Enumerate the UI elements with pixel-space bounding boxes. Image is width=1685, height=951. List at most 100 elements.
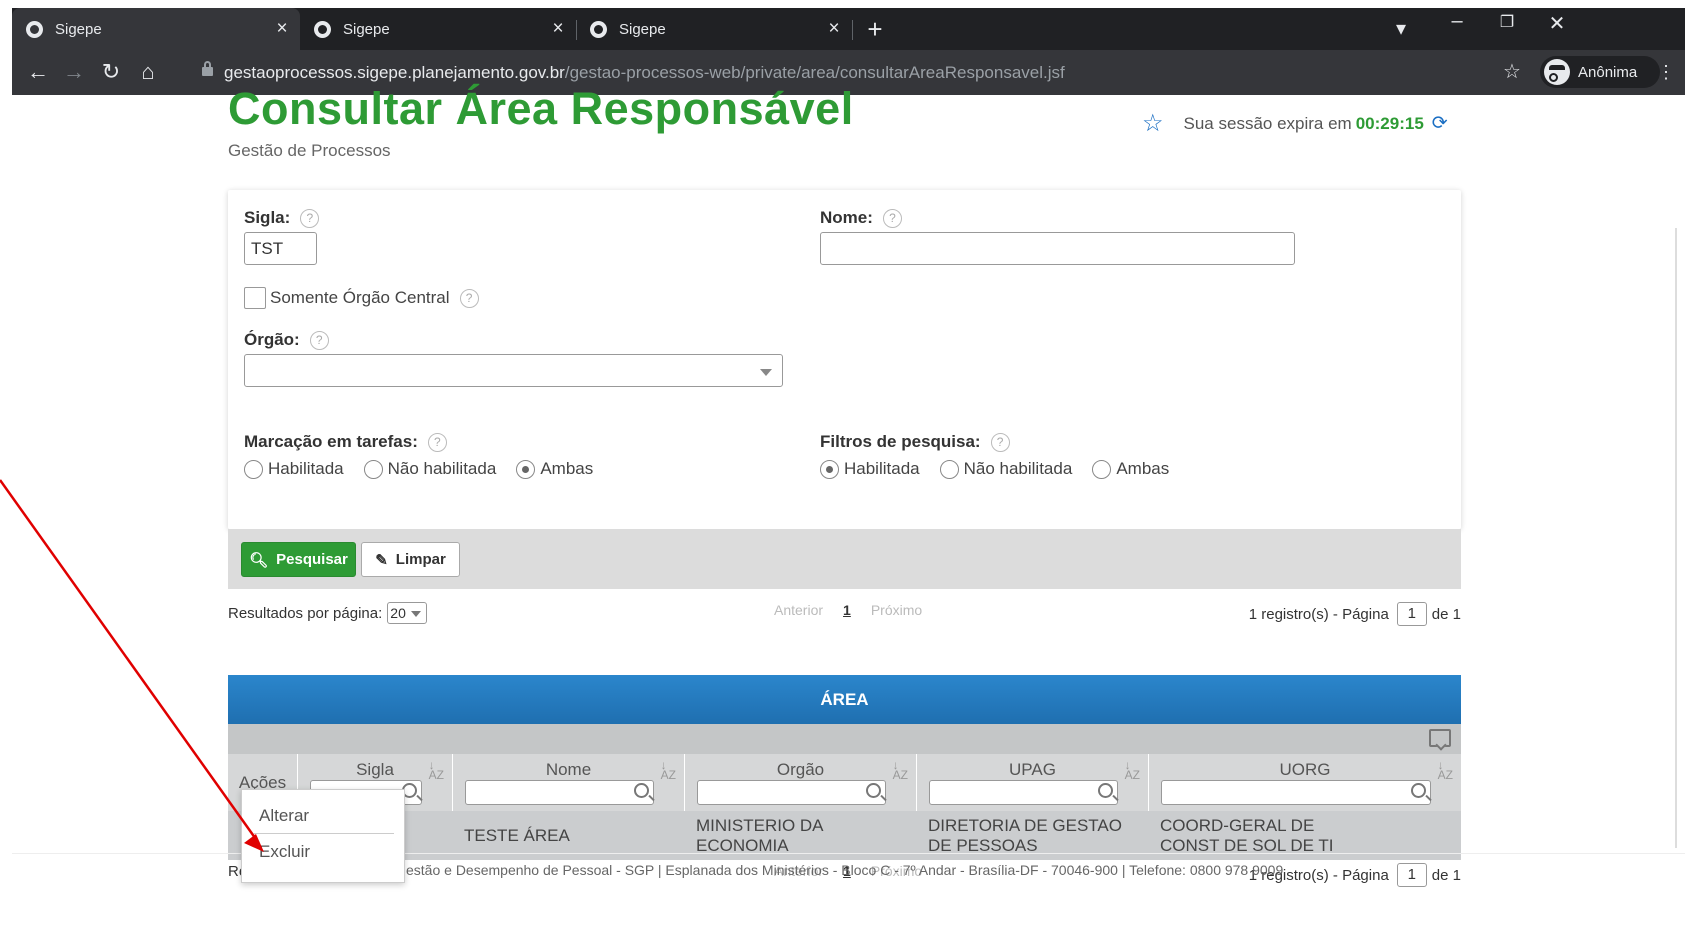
orgao-select[interactable] <box>244 354 783 387</box>
search-form-card: Sigla:? TST Nome:? Somente Órgão Central… <box>228 190 1461 529</box>
help-icon[interactable]: ? <box>427 432 447 452</box>
clear-button[interactable]: ✎ Limpar <box>361 542 460 577</box>
column-header-orgao[interactable]: Orgão ↓ AZ <box>684 754 916 811</box>
page-title: Consultar Área Responsável <box>228 83 854 134</box>
page-subtitle: Gestão de Processos <box>228 141 391 160</box>
eraser-icon: ✎ <box>375 551 388 569</box>
incognito-profile-button[interactable]: Anônima <box>1540 56 1660 88</box>
checkbox-box[interactable] <box>244 287 266 309</box>
browser-tab-3[interactable]: Sigepe × <box>576 8 852 50</box>
restore-icon[interactable]: ❐ <box>1492 12 1522 32</box>
page-total: de 1 <box>1431 605 1461 623</box>
incognito-icon <box>1544 59 1570 85</box>
tab-close-icon[interactable]: × <box>546 18 570 40</box>
help-icon[interactable]: ? <box>882 208 902 228</box>
orgao-label: Órgão:? <box>244 330 329 350</box>
nome-label: Nome:? <box>820 208 902 228</box>
sort-icon[interactable]: ↓ AZ <box>893 759 908 781</box>
column-header-nome[interactable]: Nome ↓ AZ <box>452 754 684 811</box>
top-paginator: Resultados por página: 20 Anterior 1 Pró… <box>228 600 1461 626</box>
page-number-input[interactable]: 1 <box>1396 863 1427 887</box>
search-button[interactable]: 🔍︎ Pesquisar <box>241 542 356 577</box>
help-icon[interactable]: ? <box>459 288 479 308</box>
lock-icon[interactable] <box>202 61 213 78</box>
home-icon[interactable]: ⌂ <box>134 58 162 86</box>
column-header-uorg[interactable]: UORG ↓ AZ <box>1148 754 1461 811</box>
filtros-radio-group: Habilitada Não habilitada Ambas <box>820 459 1189 479</box>
screenshot-stage: Sigepe × Sigepe × Sigepe × + ▾ – ❐ ✕ ← →… <box>0 0 1685 951</box>
radio-marcacao-habilitada[interactable]: Habilitada <box>244 459 344 479</box>
refresh-session-icon[interactable]: ⟳ <box>1432 112 1448 135</box>
radio-marcacao-nao-habilitada[interactable]: Não habilitada <box>363 459 496 479</box>
new-tab-button[interactable]: + <box>860 14 890 45</box>
menu-item-alterar[interactable]: Alterar <box>259 806 309 826</box>
profile-label: Anônima <box>1578 63 1638 81</box>
column-header-upag[interactable]: UPAG ↓ AZ <box>916 754 1148 811</box>
current-page-link[interactable]: 1 <box>843 602 851 618</box>
tab-title: Sigepe <box>619 20 666 38</box>
globe-icon <box>590 20 607 38</box>
page-scrollbar[interactable] <box>1675 228 1677 848</box>
tab-close-icon[interactable]: × <box>270 18 294 40</box>
tab-close-icon[interactable]: × <box>822 18 846 40</box>
browser-tab-1[interactable]: Sigepe × <box>12 8 300 50</box>
search-icon <box>1098 783 1113 798</box>
radio-filtros-ambas[interactable]: Ambas <box>1092 459 1169 479</box>
somente-orgao-central-checkbox[interactable]: Somente Órgão Central ? <box>244 287 479 309</box>
next-page-link[interactable]: Próximo <box>871 602 922 618</box>
browser-chrome: Sigepe × Sigepe × Sigepe × + ▾ – ❐ ✕ ← →… <box>12 8 1685 95</box>
nome-filter-input[interactable] <box>465 780 654 805</box>
page-links: Anterior 1 Próximo <box>774 602 922 618</box>
bottom-paginator: Res Anterior 1 Próximo 1 registro(s) - P… <box>228 811 1461 887</box>
help-icon[interactable]: ? <box>309 330 329 350</box>
browser-tab-2[interactable]: Sigepe × <box>300 8 576 50</box>
row-context-menu: Alterar Excluir <box>241 789 405 883</box>
sort-icon[interactable]: ↓ AZ <box>1438 759 1453 781</box>
favorite-star-icon[interactable]: ☆ <box>1142 109 1164 138</box>
session-label: Sua sessão expira em <box>1183 113 1352 133</box>
page-summary-text: 1 registro(s) - Página <box>1248 605 1389 623</box>
page-number-input[interactable]: 1 <box>1396 602 1427 626</box>
search-icon: 🔍︎ <box>249 551 269 569</box>
menu-item-excluir[interactable]: Excluir <box>259 842 310 862</box>
minimize-icon[interactable]: – <box>1442 10 1472 33</box>
kebab-menu-icon[interactable]: ⋮ <box>1652 58 1680 86</box>
table-toolbar <box>228 724 1461 754</box>
bookmark-star-icon[interactable]: ☆ <box>1498 58 1526 86</box>
globe-icon <box>26 20 43 38</box>
per-page-control: Resultados por página: 20 <box>228 602 428 624</box>
checkbox-label: Somente Órgão Central <box>270 288 450 307</box>
export-icon[interactable] <box>1429 729 1451 747</box>
sort-icon[interactable]: ↓ AZ <box>661 759 676 781</box>
nome-input[interactable] <box>820 232 1295 265</box>
marcacao-radio-group: Habilitada Não habilitada Ambas <box>244 459 613 479</box>
chevron-down-icon <box>760 369 772 376</box>
radio-filtros-habilitada[interactable]: Habilitada <box>820 459 920 479</box>
tab-title: Sigepe <box>343 20 390 38</box>
menu-divider <box>254 833 394 834</box>
back-arrow-icon[interactable]: ← <box>24 58 52 86</box>
prev-page-link[interactable]: Anterior <box>774 602 823 618</box>
page-total: de 1 <box>1431 866 1461 884</box>
per-page-select[interactable]: 20 <box>387 602 428 624</box>
table-column-header: Ações Sigla ↓ AZ Nome ↓ AZ Orgão ↓ AZ UPAG ↓ AZ … <box>228 754 1461 811</box>
help-icon[interactable]: ? <box>990 432 1010 452</box>
sigla-input[interactable]: TST <box>244 232 317 265</box>
help-icon[interactable]: ? <box>300 208 320 228</box>
tab-search-icon[interactable]: ▾ <box>1388 16 1414 41</box>
radio-marcacao-ambas[interactable]: Ambas <box>516 459 593 479</box>
form-actions-bar: 🔍︎ Pesquisar ✎ Limpar <box>228 529 1461 589</box>
filtros-label: Filtros de pesquisa:? <box>820 432 1010 452</box>
uorg-filter-input[interactable] <box>1161 780 1431 805</box>
forward-arrow-icon[interactable]: → <box>60 58 88 86</box>
upag-filter-input[interactable] <box>929 780 1118 805</box>
sort-icon[interactable]: ↓ AZ <box>429 759 444 781</box>
marcacao-label: Marcação em tarefas:? <box>244 432 447 452</box>
radio-filtros-nao-habilitada[interactable]: Não habilitada <box>939 459 1072 479</box>
orgao-filter-input[interactable] <box>697 780 886 805</box>
session-info: ☆ Sua sessão expira em 00:29:15 ⟳ <box>1142 109 1448 138</box>
close-window-icon[interactable]: ✕ <box>1542 11 1572 36</box>
footer-text: estão e Desempenho de Pessoal - SGP | Es… <box>406 862 1284 878</box>
reload-icon[interactable]: ↻ <box>97 58 125 86</box>
sort-icon[interactable]: ↓ AZ <box>1125 759 1140 781</box>
